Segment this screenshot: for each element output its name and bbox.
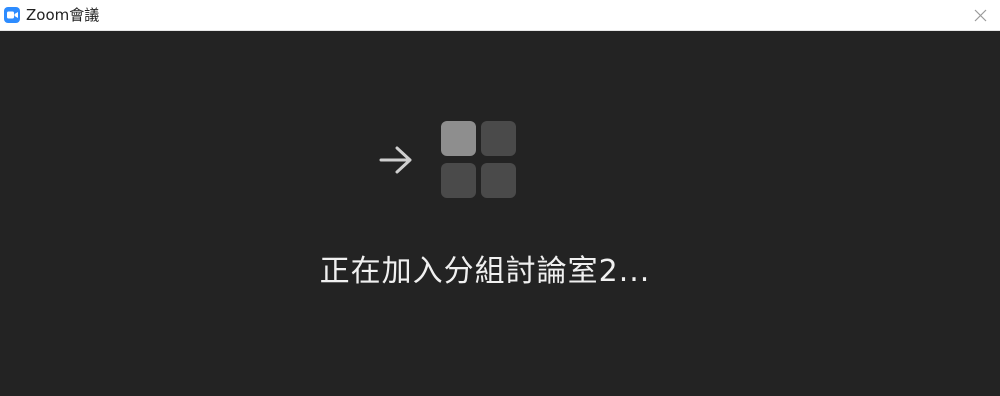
- breakout-rooms-grid-icon: [441, 121, 517, 199]
- close-button[interactable]: [967, 3, 993, 27]
- room-tile: [441, 163, 476, 198]
- joining-panel: 正在加入分組討論室2...: [0, 31, 1000, 396]
- room-tile: [481, 163, 516, 198]
- zoom-window: Zoom會議 正在加入分組討論室2...: [0, 0, 1000, 396]
- window-title: Zoom會議: [26, 6, 100, 24]
- room-tile-active: [441, 121, 476, 156]
- joining-status-text: 正在加入分組討論室2...: [319, 254, 651, 289]
- title-bar: Zoom會議: [0, 0, 1000, 31]
- zoom-camera-icon: [4, 7, 20, 23]
- room-tile: [481, 121, 516, 156]
- arrow-right-icon: [378, 144, 414, 176]
